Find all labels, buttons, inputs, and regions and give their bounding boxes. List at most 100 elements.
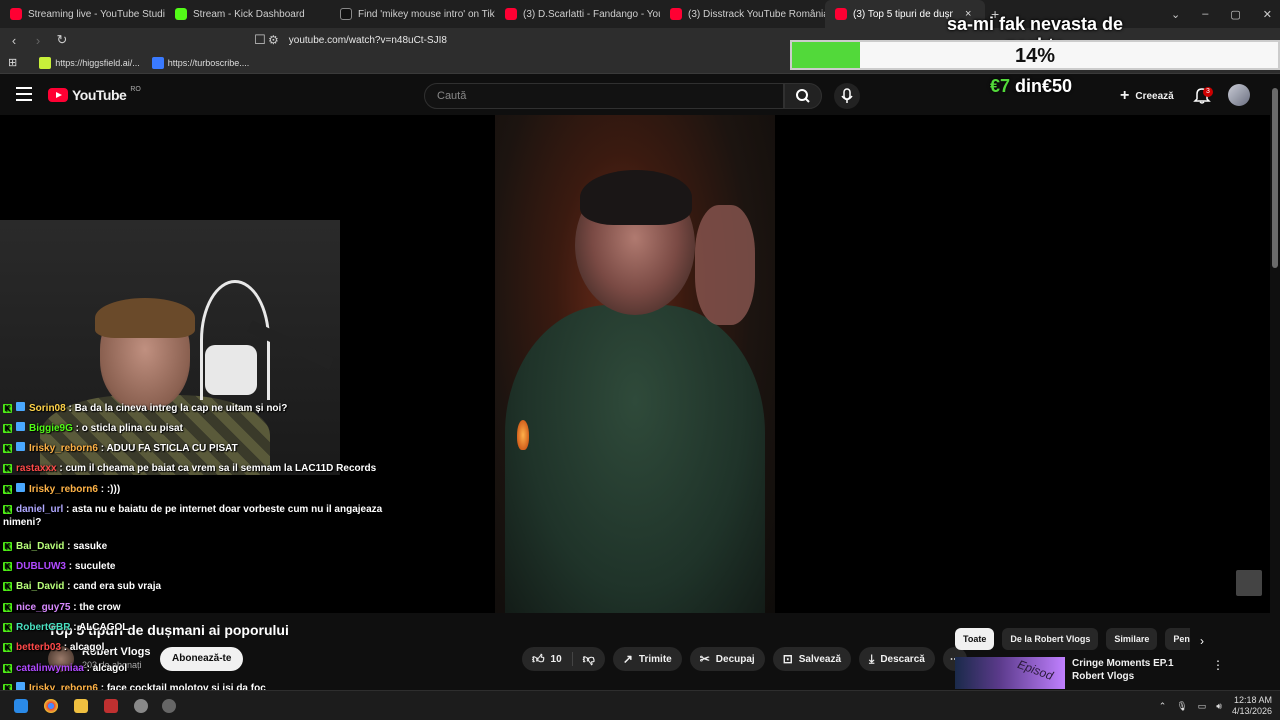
search-input[interactable]: Caută <box>424 83 784 109</box>
voice-search-button[interactable] <box>834 83 860 109</box>
chat-message: K Bai_David : cand era sub vraja <box>3 580 403 593</box>
download-button[interactable]: ⤓ Descarcă <box>859 647 935 671</box>
goal-progress-bar: 14% <box>790 40 1280 70</box>
chat-username[interactable]: DUBLUW3 <box>16 561 66 572</box>
goal-target: €50 <box>1042 76 1073 96</box>
bookmark-label: https://higgsfield.ai/... <box>55 57 140 68</box>
bookmark-item[interactable]: https://turboscribe.... <box>151 56 249 69</box>
chat-message: K Biggie9G : o sticla plina cu pisat <box>3 422 403 435</box>
video-frame <box>495 115 775 613</box>
more-vertical-icon[interactable]: ⋮ <box>1212 658 1224 672</box>
chat-message: Kbetterb03 : alcagol <box>3 641 403 654</box>
clock-date: 4/13/2026 <box>1231 706 1272 716</box>
webcam-overlay <box>0 220 340 475</box>
like-button[interactable]: 👍︎ 10 <box>522 647 572 671</box>
tiktok-icon <box>340 8 352 20</box>
chat-username[interactable]: Bai_David <box>16 581 64 592</box>
app-icon[interactable] <box>134 699 148 713</box>
youtube-header: YouTube RO Caută + Creează <box>0 75 1280 115</box>
browser-tab[interactable]: Stream - Kick Dashboard <box>165 0 330 28</box>
chat-separator: : <box>97 484 107 495</box>
goal-amount: €7 din€50 <box>990 76 1072 97</box>
create-button[interactable]: + Creează <box>1112 83 1182 109</box>
chip-related[interactable]: Similare <box>1106 628 1158 650</box>
chat-username[interactable]: Sorin08 <box>29 403 66 414</box>
chat-message: Kdaniel_url : asta nu e baiatu de pe int… <box>3 503 403 529</box>
chat-message: Knice_guy75 : the crow <box>3 601 403 614</box>
file-explorer-icon[interactable] <box>74 699 88 713</box>
kick-badge-icon: K <box>3 464 12 473</box>
chip-all[interactable]: Toate <box>955 628 995 650</box>
network-icon[interactable]: ▭ <box>1198 701 1207 712</box>
chat-message: K RobertGBR : ALCAGOL <box>3 621 403 634</box>
youtube-logo[interactable]: YouTube RO <box>48 86 141 103</box>
related-filter-chips: Toate De la Robert Vlogs Similare Pentru… <box>955 628 1190 650</box>
chat-username[interactable]: Irisky_reborn6 <box>29 443 98 454</box>
reload-icon[interactable]: ↻ <box>52 32 72 48</box>
microphone-icon <box>841 88 853 103</box>
menu-icon[interactable] <box>16 87 32 101</box>
bookmark-item[interactable]: https://higgsfield.ai/... <box>39 56 140 69</box>
chrome-icon[interactable] <box>44 699 58 713</box>
miniplayer-thumbnail[interactable] <box>1236 570 1262 596</box>
forward-icon[interactable]: › <box>28 33 48 48</box>
chat-username[interactable]: rastaxxx <box>16 463 57 474</box>
maximize-icon[interactable]: ▢ <box>1230 8 1240 21</box>
chip-for-you[interactable]: Pentru tine <box>1165 628 1190 650</box>
chat-username[interactable]: betterb03 <box>16 642 61 653</box>
browser-tab[interactable]: (3) Disstrack YouTube România - You <box>660 0 825 28</box>
recommendation-title[interactable]: Cringe Moments EP.1 Robert Vlogs <box>1072 657 1202 683</box>
back-icon[interactable]: ‹ <box>4 33 24 48</box>
page-scrollbar[interactable] <box>1272 88 1278 268</box>
notification-count-badge: 3 <box>1203 87 1213 97</box>
chat-message: K Irisky_reborn6 : ADUU FA STICLA CU PISA… <box>3 442 403 455</box>
close-window-icon[interactable]: ✕ <box>1263 8 1272 21</box>
search-button[interactable] <box>784 83 822 109</box>
recommendation-thumbnail[interactable]: Episod <box>955 657 1065 689</box>
tab-title: Find 'mikey mouse intro' on TikTok | <box>358 8 495 20</box>
kick-badge-icon: K <box>3 542 12 551</box>
site-info-icon[interactable]: ⚙ <box>268 33 279 47</box>
chat-text: cum il cheama pe baiat ca vrem sa il sem… <box>65 463 377 474</box>
chat-username[interactable]: nice_guy75 <box>16 602 70 613</box>
chevron-right-icon[interactable]: › <box>1200 634 1204 648</box>
share-button[interactable]: ↗ Trimite <box>612 647 682 671</box>
chat-text: the crow <box>79 602 121 613</box>
app-icon[interactable] <box>104 699 118 713</box>
chat-message: Kcatalinwymiaa : alcagol <box>3 662 403 675</box>
windows-start-icon[interactable] <box>14 699 28 713</box>
browser-tab[interactable]: (3) D.Scarlatti - Fandango - YouTube <box>495 0 660 28</box>
higgsfield-icon <box>39 56 52 69</box>
youtube-wordmark: YouTube <box>72 87 127 103</box>
clock[interactable]: 12:18 AM 4/13/2026 <box>1232 695 1272 717</box>
apps-grid-icon[interactable]: ⊞ <box>8 56 17 69</box>
url-text: youtube.com/watch?v=n48uCt-SJI8 <box>288 34 447 46</box>
chat-username[interactable]: Irisky_reborn6 <box>29 484 98 495</box>
account-avatar[interactable] <box>1228 84 1250 106</box>
chat-username[interactable]: Bai_David <box>16 541 64 552</box>
browser-tab[interactable]: Find 'mikey mouse intro' on TikTok | <box>330 0 495 28</box>
clip-button[interactable]: ✂ Decupaj <box>689 647 765 671</box>
browser-tab[interactable]: Streaming live - YouTube Studio <box>0 0 165 28</box>
chip-from-channel[interactable]: De la Robert Vlogs <box>1002 628 1099 650</box>
streamer-hair <box>95 298 195 338</box>
dislike-button[interactable]: 👎︎ <box>573 647 605 671</box>
bookmark-star-icon[interactable]: ☐ <box>250 32 270 48</box>
save-label: Salvează <box>798 653 842 665</box>
subscriber-badge-icon <box>16 422 25 431</box>
chat-username[interactable]: Biggie9G <box>29 423 73 434</box>
chat-username[interactable]: RobertGBR <box>16 622 70 633</box>
thumbs-down-icon: 👎︎ <box>582 651 595 666</box>
url-field[interactable]: ⚙ youtube.com/watch?v=n48uCt-SJI8 <box>268 30 788 50</box>
app-icon[interactable] <box>162 699 176 713</box>
chat-username[interactable]: catalinwymiaa <box>16 663 84 674</box>
chat-text: Ba da la cineva intreg la cap ne uitam ș… <box>74 403 288 414</box>
chat-username[interactable]: daniel_url <box>16 504 63 515</box>
volume-icon[interactable]: 🔊︎ <box>1216 701 1222 712</box>
save-button[interactable]: ⊡ Salvează <box>772 647 852 671</box>
tab-search-icon[interactable]: ⌄ <box>1171 8 1180 21</box>
youtube-play-icon <box>48 88 68 102</box>
chevron-up-icon[interactable]: ⌃ <box>1159 701 1167 712</box>
microphone-tray-icon[interactable]: 🎙︎ <box>1176 701 1187 712</box>
minimize-icon[interactable]: – <box>1202 8 1208 20</box>
